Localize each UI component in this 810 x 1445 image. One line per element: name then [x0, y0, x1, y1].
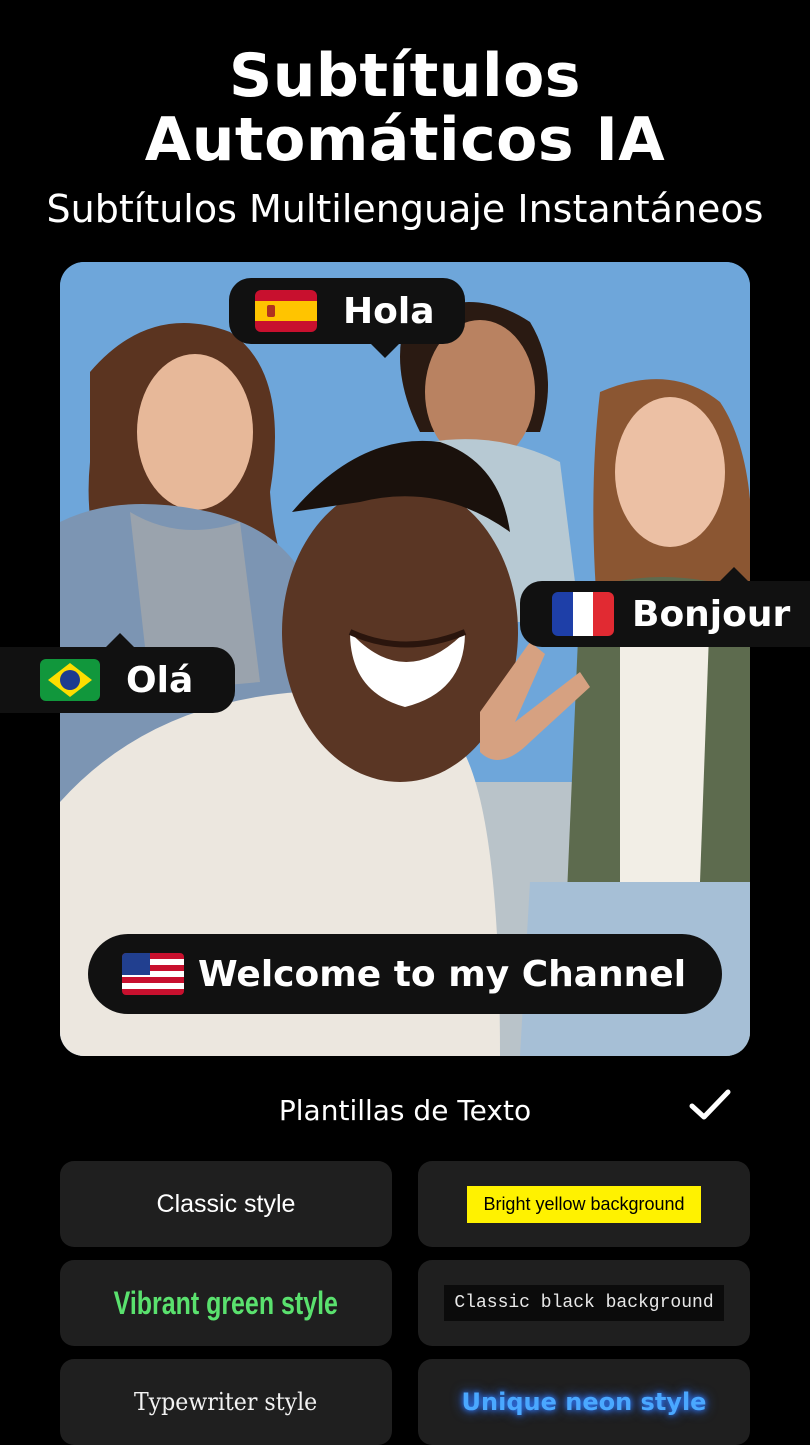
brazil-flag-icon	[40, 659, 100, 701]
template-label: Typewriter style	[134, 1388, 318, 1416]
bubble-tail	[106, 633, 134, 647]
bubble-text: Hola	[343, 290, 435, 332]
template-label: Vibrant green style	[113, 1284, 339, 1321]
bubble-tail	[371, 344, 399, 358]
template-label: Bright yellow background	[467, 1185, 701, 1223]
caption-text: Welcome to my Channel	[198, 953, 687, 995]
template-label: Classic style	[156, 1189, 296, 1218]
title-line-1: Subtítulos	[228, 41, 582, 111]
speech-bubble-portuguese: Olá	[0, 633, 235, 713]
title-line-2: Automáticos IA	[144, 105, 666, 175]
template-typewriter-style[interactable]: Typewriter style	[60, 1359, 392, 1445]
bubble-text: Bonjour	[632, 593, 791, 635]
template-label: Classic black background	[444, 1285, 724, 1321]
checkmark-icon[interactable]	[688, 1088, 732, 1122]
caption-english: Welcome to my Channel	[88, 934, 722, 1014]
page-subtitle: Subtítulos Multilenguaje Instantáneos	[46, 187, 764, 231]
bubble-text: Olá	[126, 659, 194, 701]
page-title: Subtítulos Automáticos IA	[0, 44, 810, 172]
template-unique-neon-style[interactable]: Unique neon style	[418, 1359, 750, 1445]
template-classic-style[interactable]: Classic style	[60, 1161, 392, 1247]
template-vibrant-green-style[interactable]: Vibrant green style	[60, 1260, 392, 1346]
bubble-tail	[720, 567, 748, 581]
template-bright-yellow-background[interactable]: Bright yellow background	[418, 1161, 750, 1247]
speech-bubble-spanish: Hola	[229, 278, 465, 358]
template-label: Unique neon style	[461, 1388, 707, 1416]
template-classic-black-background[interactable]: Classic black background	[418, 1260, 750, 1346]
spain-flag-icon	[255, 290, 317, 332]
france-flag-icon	[552, 592, 614, 636]
speech-bubble-french: Bonjour	[520, 567, 810, 647]
usa-flag-icon	[122, 953, 184, 995]
